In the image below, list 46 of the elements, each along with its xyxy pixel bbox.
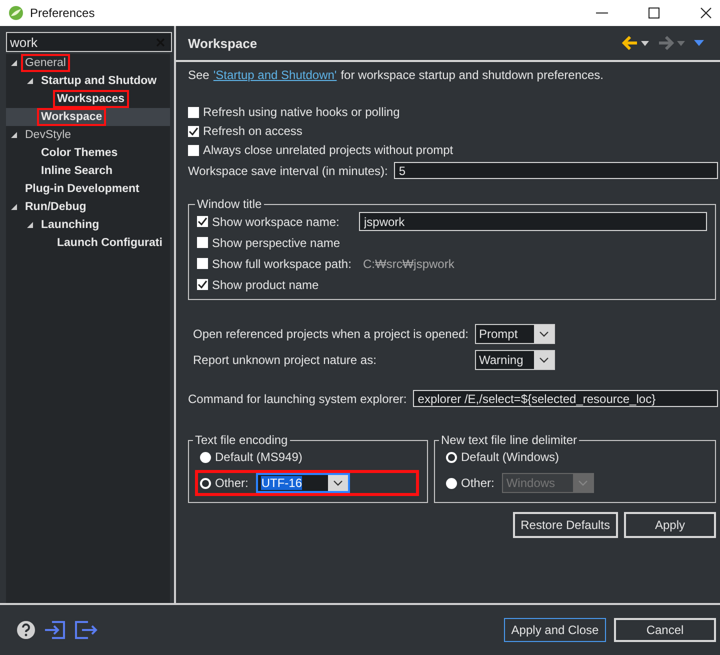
- startup-link[interactable]: 'Startup and Shutdown': [213, 68, 337, 82]
- tree-item[interactable]: Workspace: [6, 108, 170, 126]
- tree-item[interactable]: DevStyle: [6, 126, 170, 144]
- tree-item[interactable]: Startup and Shutdow: [6, 72, 170, 90]
- dialog-button[interactable]: Cancel: [614, 618, 716, 642]
- field-label: Command for launching system explorer:: [188, 392, 407, 406]
- window-title: Preferences: [30, 6, 95, 20]
- dropdown[interactable]: UTF-16: [256, 473, 350, 493]
- interval-field[interactable]: 5: [394, 162, 718, 179]
- tree-item[interactable]: Launch Configurati: [6, 234, 170, 252]
- checkbox[interactable]: Refresh on access: [188, 124, 718, 138]
- intro-text: for workspace startup and shutdown preferences.: [340, 68, 604, 82]
- tree-item[interactable]: Plug-in Development: [6, 180, 170, 198]
- page-button[interactable]: Apply: [624, 512, 716, 538]
- intro-text: See: [188, 68, 210, 82]
- checkbox[interactable]: Show workspace name:: [197, 214, 359, 228]
- group-title: Window title: [196, 197, 263, 211]
- combo-label: Report unknown project nature as:: [193, 353, 378, 367]
- dropdown[interactable]: Prompt: [475, 324, 555, 344]
- checkbox[interactable]: Show full workspace path:: [197, 256, 359, 270]
- field-label: Workspace save interval (in minutes):: [188, 164, 388, 178]
- radio-button[interactable]: Other:: [200, 476, 248, 490]
- checkbox[interactable]: Show perspective name: [197, 236, 359, 250]
- radio-button[interactable]: Default (Windows): [446, 450, 560, 464]
- checkbox[interactable]: Show product name: [197, 278, 359, 292]
- checkbox[interactable]: Always close unrelated projects without prompt: [188, 143, 718, 157]
- explorer-command-field[interactable]: explorer /E,/select=${selected_resource_loc}: [412, 390, 718, 407]
- tree-item[interactable]: Workspaces: [6, 90, 170, 108]
- tree-item[interactable]: Run/Debug: [6, 198, 170, 216]
- workspace-name-field[interactable]: jspwork: [359, 212, 707, 231]
- checkbox[interactable]: Refresh using native hooks or polling: [188, 105, 718, 119]
- group-title: New text file line delimiter: [440, 433, 578, 447]
- tree-item[interactable]: General: [6, 54, 170, 72]
- tree-item[interactable]: Color Themes: [6, 144, 170, 162]
- tree-item[interactable]: Launching: [6, 216, 170, 234]
- dropdown: Windows: [502, 473, 594, 493]
- group-title: Text file encoding: [194, 433, 289, 447]
- tree-item[interactable]: Inline Search: [6, 162, 170, 180]
- page-title: Workspace: [188, 36, 258, 50]
- dropdown[interactable]: Warning: [475, 350, 555, 370]
- radio-button[interactable]: Default (MS949): [200, 450, 302, 464]
- filter-field[interactable]: work: [6, 32, 172, 52]
- combo-label: Open referenced projects when a project is opened:: [193, 327, 470, 341]
- page-button[interactable]: Restore Defaults: [512, 512, 618, 538]
- dialog-button[interactable]: Apply and Close: [504, 618, 606, 642]
- workspace-path: C:₩src₩jspwork: [363, 256, 454, 270]
